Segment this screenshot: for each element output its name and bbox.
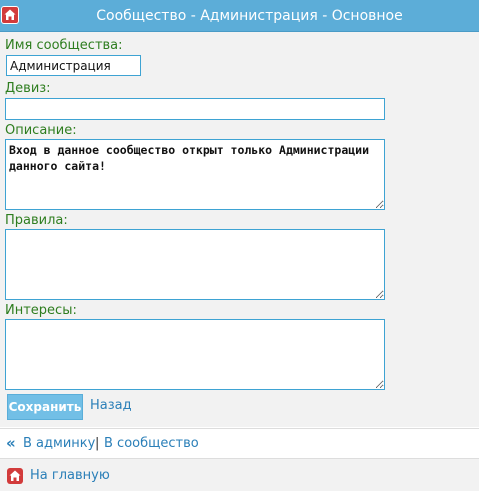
interests-textarea[interactable] (5, 319, 385, 390)
rules-label: Правила: (5, 213, 68, 228)
footer-home-row: На главную (0, 458, 479, 491)
rules-textarea[interactable] (5, 229, 385, 300)
interests-label: Интересы: (5, 303, 77, 318)
admin-nav-row: « В админку | В сообщество (0, 428, 479, 458)
home-icon[interactable] (7, 468, 23, 484)
back-link[interactable]: Назад (90, 398, 132, 414)
description-textarea[interactable]: Вход в данное сообщество открыт только А… (5, 139, 385, 210)
nav-separator: | (95, 436, 100, 451)
save-button[interactable]: Сохранить (7, 394, 83, 420)
motto-label: Девиз: (5, 81, 51, 96)
top-header-bar: Сообщество - Администрация - Основное (0, 0, 479, 32)
community-name-label: Имя сообщества: (5, 38, 123, 53)
to-community-link[interactable]: В сообщество (104, 436, 199, 452)
double-chevron-left-icon: « (6, 434, 16, 452)
description-label: Описание: (5, 123, 77, 138)
home-link[interactable]: На главную (30, 468, 110, 484)
community-settings-form: Имя сообщества: Девиз: Описание: Вход в … (0, 32, 479, 427)
page-title: Сообщество - Администрация - Основное (96, 8, 403, 24)
home-icon[interactable] (1, 6, 19, 24)
to-admin-link[interactable]: В админку (23, 436, 95, 452)
motto-input[interactable] (5, 98, 385, 120)
community-name-input[interactable] (6, 55, 141, 76)
